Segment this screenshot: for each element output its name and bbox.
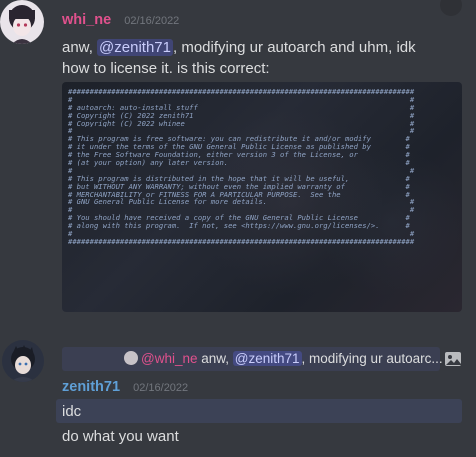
code-line: # # <box>68 95 415 104</box>
message-line-1: anw, @zenith71, modifying ur autoarch an… <box>62 37 472 58</box>
license-code-text: ########################################… <box>68 88 456 246</box>
code-line: # but WITHOUT ANY WARRANTY; without even… <box>68 182 410 191</box>
code-line: # This program is distributed in the hop… <box>68 174 410 183</box>
message-whi-ne: whi_ne 02/16/2022 anw, @zenith71, modify… <box>0 0 476 330</box>
message-timestamp: 02/16/2022 <box>133 382 189 394</box>
code-line: # the Free Software Foundation, either v… <box>68 151 410 160</box>
code-line: # # <box>68 127 415 136</box>
code-line: # along with this program. If not, see <… <box>68 222 410 231</box>
code-line: # # <box>68 166 415 175</box>
code-line: # MERCHANTABILITY or FITNESS FOR A PARTI… <box>68 190 410 199</box>
image-icon <box>445 352 461 366</box>
message-timestamp: 02/16/2022 <box>124 15 180 27</box>
avatar-image <box>0 0 44 44</box>
message-content: anw, @zenith71, modifying ur autoarch an… <box>62 37 472 79</box>
user-mention[interactable]: @zenith71 <box>97 39 173 56</box>
message-text-suffix: , modifying ur autoarch and uhm, idk <box>172 39 416 56</box>
code-line: # This program is free software: you can… <box>68 135 410 144</box>
code-line: ########################################… <box>68 88 415 96</box>
message-line: idc <box>62 403 82 420</box>
code-line: ########################################… <box>68 237 415 246</box>
message-hover-highlight <box>56 399 462 423</box>
code-line: # Copyright (C) 2022 zenith71 # <box>68 111 415 120</box>
code-line: # You should have received a copy of the… <box>68 214 410 223</box>
reply-text-suffix: , modifying ur autoarc... <box>301 351 443 366</box>
avatar-image <box>2 340 44 382</box>
code-line: # autoarch: auto-install stuff # <box>68 103 415 112</box>
code-line: # Copyright (C) 2022 whinee # <box>68 119 415 128</box>
avatar[interactable] <box>0 0 44 44</box>
image-attachment[interactable]: ########################################… <box>62 82 462 312</box>
reply-avatar <box>124 351 138 365</box>
code-line: # # <box>68 206 415 215</box>
message-author[interactable]: whi_ne <box>62 12 111 28</box>
code-line: # (at your option) any later version. # <box>68 159 410 167</box>
reply-author[interactable]: @whi_ne <box>141 351 198 366</box>
message-text-prefix: anw, <box>62 39 98 56</box>
reply-preview-text[interactable]: @whi_ne anw, @zenith71, modifying ur aut… <box>124 351 443 366</box>
message-line: do what you want <box>62 428 179 445</box>
code-line: # it under the terms of the GNU General … <box>68 143 410 152</box>
reply-text-prefix: anw, <box>197 351 233 366</box>
chat-view: whi_ne 02/16/2022 anw, @zenith71, modify… <box>0 0 476 457</box>
message-author[interactable]: zenith71 <box>62 379 120 395</box>
avatar[interactable] <box>2 340 44 382</box>
message-line-2: how to license it. is this correct: <box>62 60 270 77</box>
code-line: # GNU General Public License for more de… <box>68 198 415 207</box>
code-line: # # <box>68 230 415 238</box>
reply-mention[interactable]: @zenith71 <box>232 351 302 366</box>
